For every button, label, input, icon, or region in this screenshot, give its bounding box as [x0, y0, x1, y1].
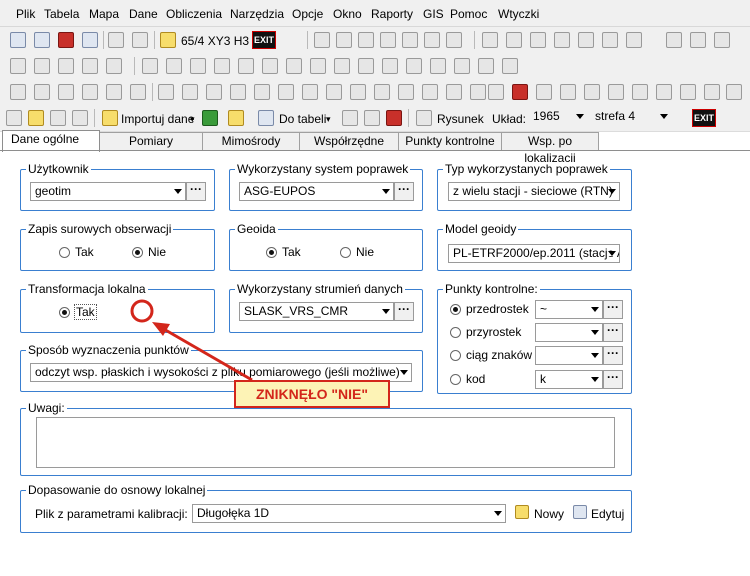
- annotation-arrow-line: [161, 326, 253, 382]
- annotation-circle: [130, 299, 154, 323]
- annotation-arrowhead: [152, 322, 170, 336]
- annotation-overlay: [130, 299, 253, 382]
- annotation-callout: ZNIKNĘŁO "NIE": [234, 380, 390, 408]
